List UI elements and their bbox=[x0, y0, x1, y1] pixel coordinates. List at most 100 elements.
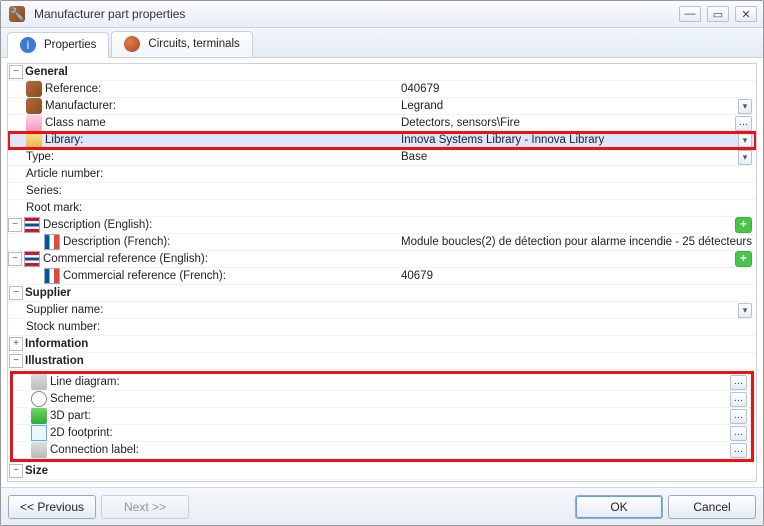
2d-footprint-label: 2D footprint: bbox=[50, 427, 113, 439]
row-connection-label[interactable]: Connection label: … bbox=[13, 442, 751, 459]
property-grid[interactable]: − General Reference: 040679 Manufacturer… bbox=[7, 63, 757, 482]
comref-fr-label: Commercial reference (French): bbox=[63, 270, 226, 282]
flag-fr-icon bbox=[44, 234, 60, 250]
expander-desc[interactable]: − bbox=[8, 218, 22, 232]
row-comref-fr[interactable]: Commercial reference (French): 40679 bbox=[8, 268, 756, 285]
tab-properties[interactable]: i Properties bbox=[7, 32, 109, 58]
row-line-diagram[interactable]: Line diagram: … bbox=[13, 374, 751, 391]
row-manufacturer[interactable]: Manufacturer: Legrand ▾ bbox=[8, 98, 756, 115]
row-supplier-name[interactable]: Supplier name: ▾ bbox=[8, 302, 756, 319]
minimize-button[interactable]: — bbox=[679, 6, 701, 22]
scheme-browse-button[interactable]: … bbox=[730, 392, 747, 407]
library-icon bbox=[26, 132, 42, 148]
tab-circuits[interactable]: Circuits, terminals bbox=[111, 31, 252, 57]
row-width[interactable]: Width (mm): 0 bbox=[8, 480, 756, 482]
supplier-name-label: Supplier name: bbox=[26, 304, 103, 316]
row-comref-en[interactable]: − Commercial reference (English): + bbox=[8, 251, 756, 268]
section-information-title: Information bbox=[25, 338, 88, 350]
class-browse-button[interactable]: … bbox=[735, 116, 752, 131]
3d-part-browse-button[interactable]: … bbox=[730, 409, 747, 424]
row-desc-fr[interactable]: Description (French): Module boucles(2) … bbox=[8, 234, 756, 251]
class-label: Class name bbox=[45, 117, 106, 129]
expander-comref[interactable]: − bbox=[8, 252, 22, 266]
type-value: Base bbox=[401, 151, 427, 163]
row-article[interactable]: Article number: bbox=[8, 166, 756, 183]
tab-bar: i Properties Circuits, terminals bbox=[1, 28, 763, 58]
circuits-icon bbox=[124, 36, 140, 52]
close-button[interactable]: ✕ bbox=[735, 6, 757, 22]
content-outer: − General Reference: 040679 Manufacturer… bbox=[1, 58, 763, 487]
class-value: Detectors, sensors\Fire bbox=[401, 117, 520, 129]
comref-en-label: Commercial reference (English): bbox=[43, 253, 208, 265]
scheme-label: Scheme: bbox=[50, 393, 95, 405]
manufacturer-label: Manufacturer: bbox=[45, 100, 116, 112]
maximize-button[interactable]: ▭ bbox=[707, 6, 729, 22]
article-label: Article number: bbox=[26, 168, 103, 180]
expander-illustration[interactable]: − bbox=[9, 354, 23, 368]
ok-button[interactable]: OK bbox=[575, 495, 663, 519]
illustration-group-highlight: Line diagram: … Scheme: … 3D part: … 2D … bbox=[10, 371, 754, 462]
desc-fr-value: Module boucles(2) de détection pour alar… bbox=[401, 236, 752, 248]
row-reference[interactable]: Reference: 040679 bbox=[8, 81, 756, 98]
row-classname[interactable]: Class name Detectors, sensors\Fire … bbox=[8, 115, 756, 132]
type-label: Type: bbox=[26, 151, 54, 163]
2d-footprint-icon bbox=[31, 425, 47, 441]
stock-label: Stock number: bbox=[26, 321, 100, 333]
connection-label-browse-button[interactable]: … bbox=[730, 443, 747, 458]
manufacturer-value: Legrand bbox=[401, 100, 443, 112]
reference-icon bbox=[26, 81, 42, 97]
row-stock[interactable]: Stock number: bbox=[8, 319, 756, 336]
connection-label-icon bbox=[31, 442, 47, 458]
row-scheme[interactable]: Scheme: … bbox=[13, 391, 751, 408]
comref-add-button[interactable]: + bbox=[735, 251, 752, 267]
dialog-window: 🔧 Manufacturer part properties — ▭ ✕ i P… bbox=[0, 0, 764, 526]
previous-button[interactable]: << Previous bbox=[8, 495, 96, 519]
expander-information[interactable]: + bbox=[9, 337, 23, 351]
row-rootmark[interactable]: Root mark: bbox=[8, 200, 756, 217]
manufacturer-dropdown[interactable]: ▾ bbox=[738, 99, 752, 114]
line-diagram-browse-button[interactable]: … bbox=[730, 375, 747, 390]
library-value: Innova Systems Library - Innova Library bbox=[401, 134, 604, 146]
row-3d-part[interactable]: 3D part: … bbox=[13, 408, 751, 425]
library-label: Library: bbox=[45, 134, 83, 146]
supplier-dropdown[interactable]: ▾ bbox=[738, 303, 752, 318]
tab-circuits-label: Circuits, terminals bbox=[148, 38, 239, 50]
tab-properties-label: Properties bbox=[44, 39, 96, 51]
flag-en-icon-2 bbox=[24, 251, 40, 267]
desc-add-button[interactable]: + bbox=[735, 217, 752, 233]
line-diagram-label: Line diagram: bbox=[50, 376, 120, 388]
type-dropdown[interactable]: ▾ bbox=[738, 150, 752, 165]
manufacturer-icon bbox=[26, 98, 42, 114]
series-label: Series: bbox=[26, 185, 62, 197]
library-dropdown[interactable]: ▾ bbox=[738, 133, 752, 148]
next-button: Next >> bbox=[101, 495, 189, 519]
rootmark-label: Root mark: bbox=[26, 202, 82, 214]
section-supplier: − Supplier bbox=[8, 285, 756, 302]
2d-footprint-browse-button[interactable]: … bbox=[730, 426, 747, 441]
expander-supplier[interactable]: − bbox=[9, 286, 23, 300]
section-illustration: − Illustration bbox=[8, 353, 756, 370]
section-information: + Information bbox=[8, 336, 756, 353]
row-series[interactable]: Series: bbox=[8, 183, 756, 200]
line-diagram-icon bbox=[31, 374, 47, 390]
expander-size[interactable]: − bbox=[9, 464, 23, 478]
section-size-title: Size bbox=[25, 465, 48, 477]
section-illustration-title: Illustration bbox=[25, 355, 84, 367]
section-supplier-title: Supplier bbox=[25, 287, 71, 299]
connection-label-label: Connection label: bbox=[50, 444, 139, 456]
desc-fr-label: Description (French): bbox=[63, 236, 170, 248]
desc-en-label: Description (English): bbox=[43, 219, 152, 231]
dialog-footer: << Previous Next >> OK Cancel bbox=[1, 487, 763, 525]
row-desc-en[interactable]: − Description (English): + bbox=[8, 217, 756, 234]
title-bar: 🔧 Manufacturer part properties — ▭ ✕ bbox=[1, 1, 763, 28]
comref-fr-value: 40679 bbox=[401, 270, 433, 282]
reference-value: 040679 bbox=[401, 83, 439, 95]
info-icon: i bbox=[20, 37, 36, 53]
reference-label: Reference: bbox=[45, 83, 101, 95]
row-2d-footprint[interactable]: 2D footprint: … bbox=[13, 425, 751, 442]
cancel-button[interactable]: Cancel bbox=[668, 495, 756, 519]
row-library[interactable]: Library: Innova Systems Library - Innova… bbox=[8, 132, 756, 149]
section-general: − General bbox=[8, 64, 756, 81]
expander-general[interactable]: − bbox=[9, 65, 23, 79]
row-type[interactable]: Type: Base ▾ bbox=[8, 149, 756, 166]
